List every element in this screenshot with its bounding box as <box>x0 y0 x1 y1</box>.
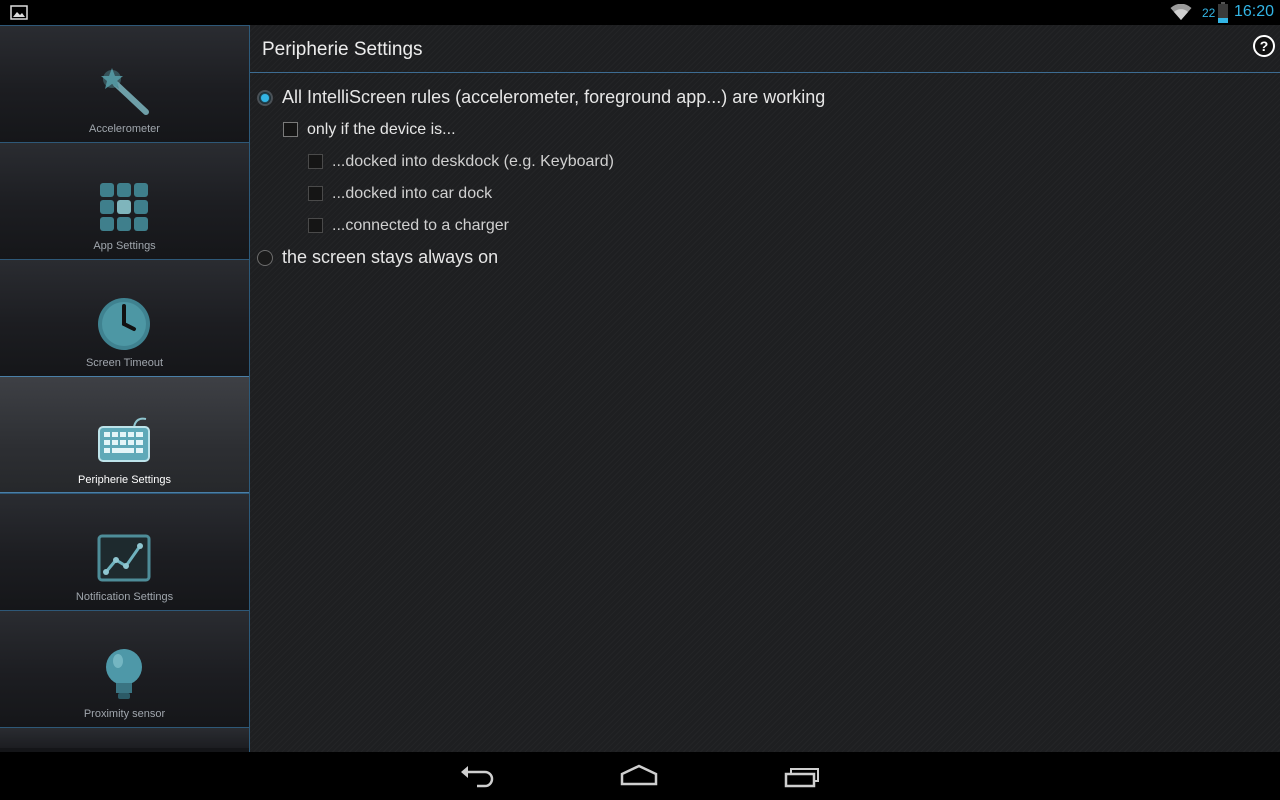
sidebar-item-label: Proximity sensor <box>83 708 166 720</box>
radio-button-checked[interactable] <box>257 90 273 106</box>
sidebar-item-label: Peripherie Settings <box>78 474 171 486</box>
checkbox[interactable] <box>308 154 323 169</box>
checkbox[interactable] <box>308 218 323 233</box>
wifi-icon <box>1170 4 1192 20</box>
help-button[interactable]: ? <box>1253 35 1275 57</box>
checkbox-label: ...docked into car dock <box>332 185 493 202</box>
status-clock: 16:20 <box>1234 3 1275 20</box>
sidebar-item-peripherie-settings[interactable]: Peripherie Settings <box>0 376 249 493</box>
chart-icon <box>97 534 151 582</box>
sidebar-item-label: App Settings <box>93 240 156 252</box>
navigation-bar <box>0 752 1280 800</box>
checkbox-deskdock[interactable]: ...docked into deskdock (e.g. Keyboard) <box>308 149 708 177</box>
clock-icon <box>98 298 150 350</box>
checkbox[interactable] <box>283 122 298 137</box>
recent-apps-icon[interactable] <box>782 762 822 790</box>
battery-percent: 22 <box>1202 6 1216 20</box>
checkbox-charger[interactable]: ...connected to a charger <box>308 213 608 241</box>
keyboard-icon <box>98 417 150 462</box>
light-bulb-icon <box>106 649 142 699</box>
app-grid-icon <box>100 183 148 231</box>
radio-label: All IntelliScreen rules (accelerometer, … <box>282 87 826 107</box>
checkbox-label: ...docked into deskdock (e.g. Keyboard) <box>332 153 614 170</box>
sidebar-more-item <box>0 727 249 748</box>
question-mark-icon: ? <box>1259 38 1269 54</box>
sidebar-item-app-settings[interactable]: App Settings <box>0 142 249 259</box>
gallery-notification-icon <box>10 5 28 20</box>
settings-panel: Peripherie Settings ? All IntelliScreen … <box>250 25 1280 752</box>
radio-always-on[interactable]: the screen stays always on <box>257 244 657 272</box>
sidebar: Accelerometer App Settings Screen Timeou… <box>0 25 250 752</box>
home-icon[interactable] <box>619 762 659 790</box>
checkbox-only-if-device[interactable]: only if the device is... <box>283 117 583 145</box>
checkbox-car-dock[interactable]: ...docked into car dock <box>308 181 608 209</box>
sidebar-item-label: Screen Timeout <box>85 357 164 369</box>
sidebar-item-notification-settings[interactable]: Notification Settings <box>0 493 249 610</box>
radio-rules-working[interactable]: All IntelliScreen rules (accelerometer, … <box>257 84 957 112</box>
sidebar-item-label: Notification Settings <box>75 591 174 603</box>
back-icon[interactable] <box>457 762 497 790</box>
checkbox[interactable] <box>308 186 323 201</box>
magic-wand-icon <box>101 68 149 115</box>
sidebar-item-screen-timeout[interactable]: Screen Timeout <box>0 259 249 376</box>
sidebar-item-proximity-sensor[interactable]: Proximity sensor <box>0 610 249 727</box>
sidebar-item-accelerometer[interactable]: Accelerometer <box>0 25 249 142</box>
battery-icon <box>1218 2 1228 23</box>
sidebar-item-label: Accelerometer <box>89 123 160 135</box>
panel-header: Peripherie Settings ? <box>250 25 1280 73</box>
radio-button[interactable] <box>257 250 273 266</box>
checkbox-label: ...connected to a charger <box>332 217 509 234</box>
status-bar: 22 16:20 <box>0 0 1280 25</box>
checkbox-label: only if the device is... <box>307 121 456 138</box>
radio-label: the screen stays always on <box>282 247 499 267</box>
page-title: Peripherie Settings <box>262 39 423 60</box>
